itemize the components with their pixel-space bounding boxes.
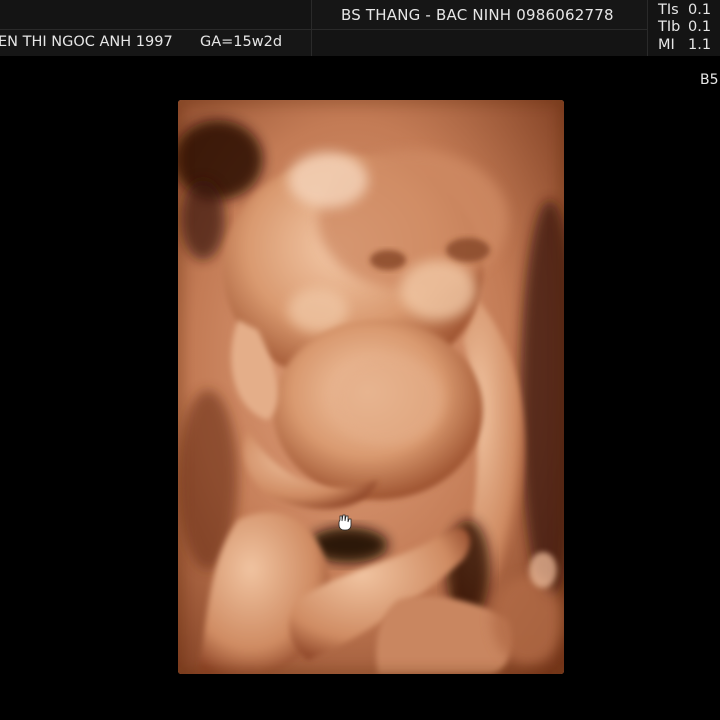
patient-name: EN THI NGOC ANH 1997 (0, 34, 173, 50)
metric-tis-label: TIs (658, 2, 679, 18)
header-cell-center-bottom (312, 30, 648, 56)
metric-tib-value: 0.1 (688, 19, 712, 35)
gestational-age: GA=15w2d (200, 34, 283, 50)
metric-tib-label: TIb (658, 19, 681, 35)
doctor-info: BS THANG - BAC NINH 0986062778 (341, 6, 614, 24)
header-bar: BS THANG - BAC NINH 0986062778 EN THI NG… (0, 0, 720, 56)
metric-tis: TIs 0.1 (658, 2, 711, 18)
metric-tib: TIb 0.1 (658, 19, 711, 35)
metric-mi: MI 1.1 (658, 37, 711, 53)
header-cell-left-top (0, 0, 312, 30)
metric-tis-value: 0.1 (688, 2, 712, 18)
metric-mi-value: 1.1 (688, 37, 712, 53)
metric-mi-label: MI (658, 37, 675, 53)
fetal-render-image (178, 100, 564, 674)
probe-label: B5 (700, 72, 719, 88)
ultrasound-3d-render[interactable] (178, 100, 564, 674)
